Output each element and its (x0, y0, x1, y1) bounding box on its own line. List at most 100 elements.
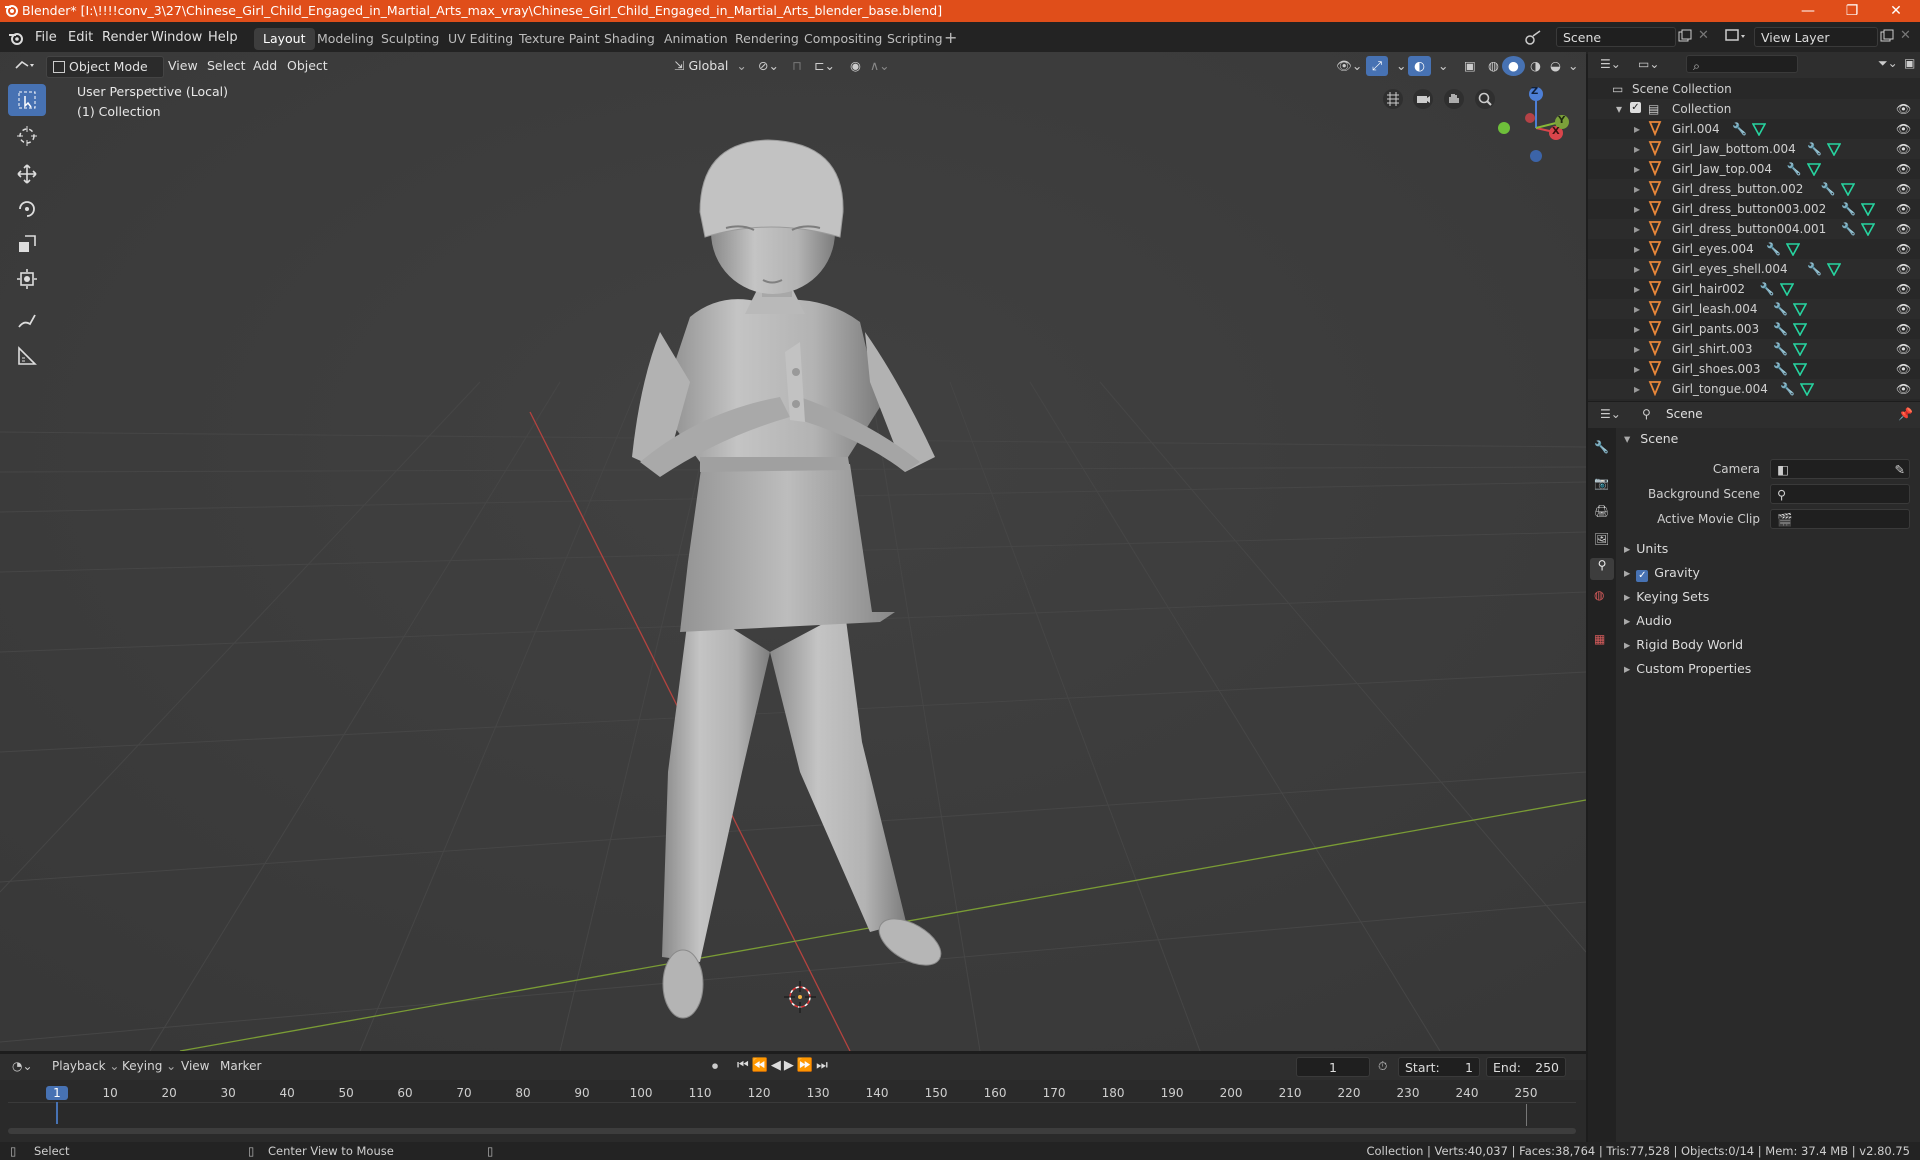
tab-scripting[interactable]: Scripting (878, 28, 952, 50)
play-reverse-icon[interactable]: ◀ (771, 1058, 784, 1073)
visibility-eye-icon[interactable]: 👁 (1896, 299, 1911, 319)
solid-shading-icon[interactable]: ● (1502, 56, 1525, 76)
object-mode-dropdown[interactable]: Object Mode ⌄ (46, 56, 164, 94)
scene-selector-icon[interactable] (1524, 28, 1544, 49)
new-view-layer-icon[interactable] (1880, 29, 1894, 46)
rigid-body-world-panel-header[interactable]: ▸ Rigid Body World (1618, 633, 1920, 657)
timeline-tick[interactable]: 80 (503, 1086, 543, 1100)
play-icon[interactable]: ▶ (784, 1058, 797, 1073)
visibility-eye-icon[interactable]: 👁 (1896, 219, 1911, 239)
timeline-tick[interactable]: 70 (444, 1086, 484, 1100)
tab-compositing[interactable]: Compositing (795, 28, 891, 50)
outliner-item[interactable]: ▸ Girl_tongue.004 🔧 👁 (1588, 379, 1920, 399)
outliner-item[interactable]: ▸ Girl_Jaw_bottom.004 🔧 👁 (1588, 139, 1920, 159)
chevron-right-icon[interactable]: ▸ (1634, 339, 1640, 359)
scene-name-field[interactable]: Scene (1556, 27, 1676, 47)
playhead[interactable] (56, 1102, 58, 1124)
outliner-item[interactable]: ▸ Girl_leash.004 🔧 👁 (1588, 299, 1920, 319)
outliner-item[interactable]: ▸ Girl_hair002 🔧 👁 (1588, 279, 1920, 299)
outliner-item[interactable]: ▸ Girl_shirt.003 🔧 👁 (1588, 339, 1920, 359)
texture-tab-icon[interactable]: ▦ (1594, 632, 1605, 646)
pan-view-icon[interactable] (1443, 88, 1465, 113)
chevron-right-icon[interactable]: ▸ (1634, 259, 1640, 279)
timeline-tick[interactable]: 50 (326, 1086, 366, 1100)
modifier-wrench-icon[interactable]: 🔧 (1773, 359, 1788, 379)
end-frame-field[interactable]: End: 250 (1486, 1057, 1566, 1077)
measure-tool-icon[interactable] (8, 340, 46, 372)
timeline-editor-type-icon[interactable]: ◔⌄ (12, 1059, 33, 1073)
timeline-tick[interactable]: 150 (916, 1086, 956, 1100)
timeline-tick[interactable]: 180 (1093, 1086, 1133, 1100)
timeline-tick[interactable]: 130 (798, 1086, 838, 1100)
modifier-wrench-icon[interactable]: 🔧 (1773, 319, 1788, 339)
modifier-wrench-icon[interactable]: 🔧 (1773, 299, 1788, 319)
chevron-right-icon[interactable]: ▸ (1634, 279, 1640, 299)
view-layer-tab-icon[interactable]: 🖼 (1594, 532, 1609, 546)
outliner-item[interactable]: ▸ Girl_dress_button003.002 🔧 👁 (1588, 199, 1920, 219)
timeline-tick[interactable]: 30 (208, 1086, 248, 1100)
timeline-tick[interactable]: 230 (1388, 1086, 1428, 1100)
modifier-wrench-icon[interactable]: 🔧 (1787, 159, 1802, 179)
outliner-item[interactable]: ▸ Girl_eyes_shell.004 🔧 👁 (1588, 259, 1920, 279)
scale-tool-icon[interactable] (8, 228, 46, 260)
chevron-right-icon[interactable]: ▸ (1634, 219, 1640, 239)
view-layer-field[interactable]: View Layer (1754, 27, 1878, 47)
chevron-right-icon[interactable]: ▸ (1634, 379, 1640, 399)
visibility-eye-icon[interactable]: 👁 (1896, 199, 1911, 219)
navigation-gizmo[interactable]: Z X Y (1496, 84, 1576, 170)
menu-help[interactable]: Help (200, 22, 246, 54)
toggle-ortho-icon[interactable] (1382, 88, 1404, 113)
visibility-eye-icon[interactable]: 👁 (1896, 279, 1911, 299)
timeline-tick[interactable]: 200 (1211, 1086, 1251, 1100)
outliner-item[interactable]: ▸ Girl_dress_button004.001 🔧 👁 (1588, 219, 1920, 239)
visibility-eye-icon[interactable]: 👁 (1896, 159, 1911, 179)
modifier-wrench-icon[interactable]: 🔧 (1766, 239, 1781, 259)
chevron-right-icon[interactable]: ▸ (1634, 359, 1640, 379)
modifier-wrench-icon[interactable]: 🔧 (1807, 139, 1822, 159)
render-tab-icon[interactable]: 📷 (1594, 476, 1609, 490)
display-mode-icon[interactable]: ▭⌄ (1638, 57, 1659, 71)
falloff-icon[interactable]: ∧⌄ (864, 56, 896, 76)
timeline-tick[interactable]: 20 (149, 1086, 189, 1100)
viewport-menu-select[interactable]: Select (201, 56, 252, 76)
timeline-tick[interactable]: 120 (739, 1086, 779, 1100)
tab-animation[interactable]: Animation (655, 28, 737, 50)
outliner-item[interactable]: ▸ Girl.004 🔧 👁 (1588, 119, 1920, 139)
modifier-wrench-icon[interactable]: 🔧 (1841, 199, 1856, 219)
jump-start-icon[interactable]: ⏮ (737, 1058, 752, 1073)
timeline-menu-marker[interactable]: Marker (220, 1059, 261, 1073)
outliner-editor-type-icon[interactable]: ☰⌄ (1600, 57, 1621, 71)
current-frame-field[interactable]: 1 (1296, 1057, 1370, 1077)
tab-sculpting[interactable]: Sculpting (372, 28, 448, 50)
chevron-right-icon[interactable]: ▸ (1634, 179, 1640, 199)
chevron-right-icon[interactable]: ▸ (1634, 299, 1640, 319)
visibility-icon[interactable]: 👁⌄ (1330, 56, 1368, 76)
visibility-eye-icon[interactable]: 👁 (1896, 139, 1911, 159)
visibility-eye-icon[interactable]: 👁 (1896, 379, 1911, 399)
tool-tab-icon[interactable]: 🔧 (1594, 440, 1609, 454)
snap-icon[interactable]: ⊓ (786, 56, 808, 76)
orientation-dropdown[interactable]: ⇲ Global ⌄ (668, 56, 753, 76)
chevron-right-icon[interactable]: ▸ (1634, 119, 1640, 139)
units-panel-header[interactable]: ▸ Units (1618, 537, 1920, 561)
world-tab-icon[interactable]: ◍ (1594, 588, 1604, 602)
gravity-checkbox[interactable]: ✓ (1636, 570, 1649, 582)
mesh-data-icon[interactable] (1799, 382, 1815, 402)
chevron-right-icon[interactable]: ▸ (1634, 239, 1640, 259)
visibility-eye-icon[interactable]: 👁 (1896, 339, 1911, 359)
timeline-tick[interactable]: 210 (1270, 1086, 1310, 1100)
visibility-eye-icon[interactable]: 👁 (1896, 119, 1911, 139)
rotate-tool-icon[interactable] (8, 193, 46, 225)
chevron-down-icon[interactable]: ▾ (1616, 99, 1622, 119)
timeline-tick[interactable]: 100 (621, 1086, 661, 1100)
visibility-eye-icon[interactable]: 👁 (1896, 239, 1911, 259)
overlays-dropdown-icon[interactable]: ⌄ (1432, 56, 1454, 76)
timeline-tick[interactable]: 220 (1329, 1086, 1369, 1100)
collection-checkbox[interactable]: ✓ (1630, 102, 1641, 113)
overlays-toggle-icon[interactable]: ◐ (1408, 56, 1431, 76)
next-keyframe-icon[interactable]: ⏩ (797, 1058, 816, 1073)
start-frame-field[interactable]: Start: 1 (1398, 1057, 1480, 1077)
shading-dropdown-icon[interactable]: ⌄ (1562, 56, 1584, 76)
select-box-tool-icon[interactable] (8, 84, 46, 116)
tab-texture-paint[interactable]: Texture Paint (510, 28, 609, 50)
